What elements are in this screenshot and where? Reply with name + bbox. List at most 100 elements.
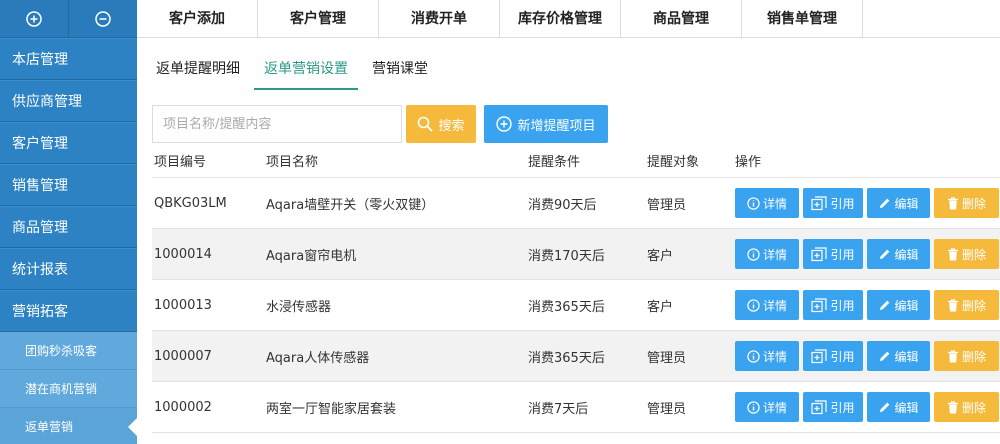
edit-label: 编辑 [894,247,919,262]
cell-id: 1000002 [154,399,212,415]
pencil-icon [880,300,890,310]
detail-button[interactable]: 详情 [735,188,799,218]
cell-condition: 消费365天后 [528,299,605,315]
subtab-marketing-class[interactable]: 营销课堂 [362,38,438,90]
edit-button[interactable]: 编辑 [867,341,930,371]
minus-circle-icon [95,10,111,27]
sidebar-item-product[interactable]: 商品管理 [0,206,137,248]
cell-actions: 详情 引用 编辑 删除 [735,290,1000,320]
table-row: 1000002 两室一厅智能家居套装 消费7天后 管理员 详情 引用 编辑 删除 [152,382,1000,433]
edit-button[interactable]: 编辑 [867,290,930,320]
tab-inventory[interactable]: 库存价格管理 [500,0,621,38]
cell-id: 1000014 [154,246,212,262]
sub-tabs: 返单提醒明细 返单营销设置 营销课堂 [137,38,1000,90]
collapse-all-button[interactable] [68,0,137,37]
sidebar-item-supplier[interactable]: 供应商管理 [0,80,137,122]
sidebar-item-report[interactable]: 统计报表 [0,248,137,290]
header-id: 项目编号 [154,155,207,170]
reference-label: 引用 [830,247,855,262]
pencil-icon [880,402,890,412]
cell-condition: 消费170天后 [528,248,605,264]
reference-button[interactable]: 引用 [803,392,863,422]
reference-button[interactable]: 引用 [803,290,863,320]
delete-button[interactable]: 删除 [934,290,999,320]
cell-name: Aqara窗帘电机 [266,248,357,264]
reference-button[interactable]: 引用 [803,341,863,371]
cell-actions: 详情 引用 编辑 删除 [735,392,1000,422]
search-input[interactable] [152,105,402,143]
sidebar-subitem-reorder[interactable]: 返单营销 [0,408,137,444]
cell-name: Aqara人体传感器 [266,350,370,366]
sidebar-subitem-potential[interactable]: 潜在商机营销 [0,370,137,408]
table-row: QBKG03LM Aqara墙壁开关（零火双键） 消费90天后 管理员 详情 引… [152,178,1000,229]
pencil-icon [880,198,890,208]
edit-button[interactable]: 编辑 [867,188,930,218]
subtab-reminder-detail[interactable]: 返单提醒明细 [146,38,250,90]
edit-button[interactable]: 编辑 [867,392,930,422]
pencil-icon [880,351,890,361]
tab-sales-order[interactable]: 销售单管理 [742,0,863,38]
cell-name: 水浸传感器 [266,299,332,315]
sidebar-item-store[interactable]: 本店管理 [0,38,137,80]
table-row: 1000013 水浸传感器 消费365天后 客户 详情 引用 编辑 删除 [152,280,1000,331]
add-reminder-button[interactable]: 新增提醒项目 [484,105,608,143]
search-icon [418,116,433,132]
sidebar-item-sales[interactable]: 销售管理 [0,164,137,206]
delete-button[interactable]: 删除 [934,188,999,218]
sidebar-subitem-groupbuy[interactable]: 团购秒杀吸客 [0,332,137,370]
edit-label: 编辑 [894,298,919,313]
cell-name: Aqara墙壁开关（零火双键） [266,197,435,213]
detail-label: 详情 [762,349,787,364]
edit-button[interactable]: 编辑 [867,239,930,269]
trash-icon [947,298,958,311]
cell-condition: 消费90天后 [528,197,597,213]
plus-circle-icon [26,10,42,27]
detail-button[interactable]: 详情 [735,290,799,320]
search-button[interactable]: 搜索 [406,105,476,143]
tab-customer-add[interactable]: 客户添加 [137,0,258,38]
cell-actions: 详情 引用 编辑 删除 [735,188,1000,218]
expand-all-button[interactable] [0,0,68,37]
trash-icon [947,196,958,209]
delete-button[interactable]: 删除 [934,341,999,371]
top-nav: 客户添加 客户管理 消费开单 库存价格管理 商品管理 销售单管理 [137,0,1000,38]
info-icon [747,349,760,363]
detail-button[interactable]: 详情 [735,392,799,422]
delete-label: 删除 [961,400,986,415]
cell-target: 管理员 [647,350,687,366]
subtab-reorder-settings[interactable]: 返单营销设置 [254,38,358,90]
cell-condition: 消费7天后 [528,401,589,417]
trash-icon [947,349,958,362]
sidebar-top-controls [0,0,137,38]
sidebar: 本店管理 供应商管理 客户管理 销售管理 商品管理 统计报表 营销拓客 团购秒杀… [0,0,137,444]
copy-add-icon [811,348,828,363]
detail-button[interactable]: 详情 [735,239,799,269]
info-icon [747,196,760,210]
cell-condition: 消费365天后 [528,350,605,366]
header-target: 提醒对象 [647,155,700,170]
header-condition: 提醒条件 [528,155,581,170]
tab-billing[interactable]: 消费开单 [379,0,500,38]
cell-target: 管理员 [647,401,687,417]
sidebar-item-customer[interactable]: 客户管理 [0,122,137,164]
detail-label: 详情 [762,400,787,415]
reference-button[interactable]: 引用 [803,188,863,218]
reference-label: 引用 [830,298,855,313]
tab-customer-manage[interactable]: 客户管理 [258,0,379,38]
info-icon [747,298,760,312]
reference-label: 引用 [830,349,855,364]
trash-icon [947,400,958,413]
add-reminder-label: 新增提醒项目 [517,118,596,134]
trash-icon [947,247,958,260]
plus-circle-icon [496,116,513,132]
reference-button[interactable]: 引用 [803,239,863,269]
sidebar-item-marketing[interactable]: 营销拓客 [0,290,137,332]
detail-button[interactable]: 详情 [735,341,799,371]
info-icon [747,247,760,261]
search-button-label: 搜索 [438,118,465,134]
delete-button[interactable]: 删除 [934,239,999,269]
tab-product[interactable]: 商品管理 [621,0,742,38]
detail-label: 详情 [762,196,787,211]
delete-button[interactable]: 删除 [934,392,999,422]
search-bar: 搜索 新增提醒项目 [152,105,608,143]
